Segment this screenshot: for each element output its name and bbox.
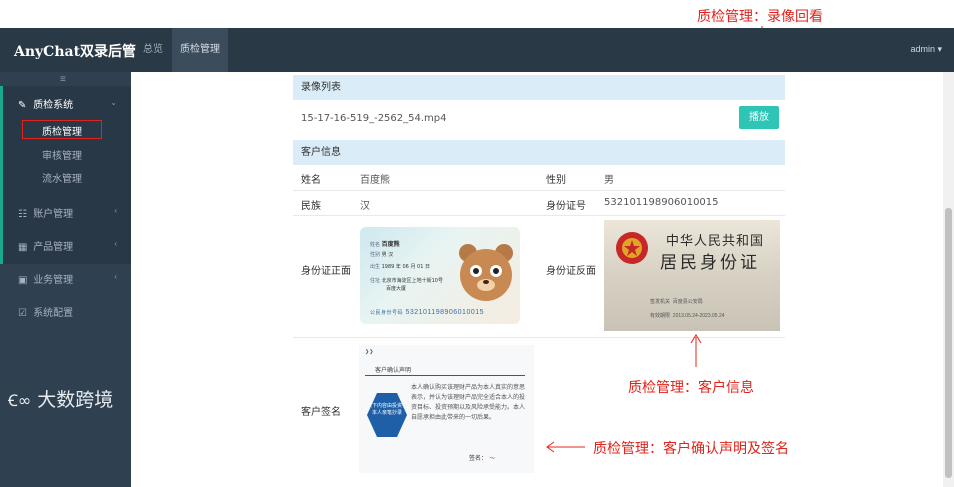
sig-doc-hex: 以下内容由投资者本人亲笔抄录: [367, 393, 407, 437]
id-front-address: 北京市海淀区上地十街10号: [381, 278, 443, 284]
row-divider: [293, 337, 785, 338]
id-back-validity: 2013.05.24-2023.05.24: [672, 313, 725, 319]
sidebar-item-label: 账户管理: [33, 209, 74, 220]
user-menu[interactable]: admin ▾: [910, 44, 942, 55]
logo-mark-icon: Ꞓ∞: [8, 391, 32, 410]
signature-document-image[interactable]: ❯❯ 客户确认声明 以下内容由投资者本人亲笔抄录 本人确认购买该理财产品为本人真…: [359, 345, 534, 473]
menu-toggle-icon[interactable]: ≡: [60, 74, 66, 85]
caret-down-icon: ▾: [937, 44, 942, 54]
signature-label: 客户签名: [301, 407, 341, 418]
chevron-left-icon: ‹: [114, 239, 117, 248]
sidebar-item-quality-system[interactable]: ✎ 质检系统: [18, 96, 73, 111]
sidebar-item-label: 系统配置: [33, 308, 74, 319]
name-value: 百度熊: [360, 175, 390, 186]
sidebar-item-products[interactable]: ▦ 产品管理: [18, 238, 73, 253]
national-emblem-icon: [616, 232, 648, 264]
annotation-arrow-left: [546, 441, 585, 453]
annotation-signature: 质检管理：客户确认声明及签名: [593, 441, 789, 457]
grid-icon: ▦: [18, 242, 28, 253]
handwritten-signature-icon: 〜: [488, 456, 495, 462]
row-divider: [293, 190, 785, 191]
doc-logo-icon: ❯❯: [365, 349, 374, 355]
id-back-authority-label: 签发机关: [650, 299, 671, 305]
id-front-address2: 百度大厦: [386, 286, 407, 292]
nav-overview[interactable]: 总览: [135, 28, 171, 72]
customer-info-header: 客户信息: [293, 140, 785, 165]
briefcase-icon: ▣: [18, 275, 28, 286]
sig-doc-sign: 签名： 〜: [469, 453, 495, 462]
top-navbar: AnyChat双录后管 总览 质检管理 admin ▾: [0, 28, 954, 72]
ethnicity-label: 民族: [301, 201, 321, 212]
id-back-validity-label: 有效期限: [650, 313, 671, 319]
annotation-top: 质检管理：录像回看: [697, 9, 823, 25]
users-icon: ☷: [18, 209, 27, 220]
bear-portrait: [459, 244, 513, 301]
sidebar-item-business[interactable]: ▣ 业务管理: [18, 271, 73, 286]
video-filename: 15-17-16-519_-2562_54.mp4: [301, 113, 447, 124]
chevron-left-icon: ‹: [114, 206, 117, 215]
sig-doc-sign-label: 签名：: [469, 456, 488, 462]
id-front-number-label: 公民身份号码: [370, 310, 404, 316]
sig-doc-body: 本人确认购买该理财产品为本人真实的意思表示，并认为该理财产品完全适合本人的投资目…: [411, 385, 526, 421]
sidebar-item-system-config[interactable]: ☑ 系统配置: [18, 304, 73, 319]
id-front-number-value: 532101198906010015: [405, 309, 485, 316]
id-front-gender: 男 汉: [381, 252, 394, 258]
id-number-label: 身份证号: [546, 201, 586, 212]
scrollbar[interactable]: [943, 72, 954, 487]
id-card-front-image[interactable]: 姓名 百度熊 性别 男 汉 出生 1989 年 06 月 01 日 住址 北京市…: [360, 227, 520, 324]
video-list-header: 录像列表: [293, 75, 785, 100]
sidebar-item-accounts[interactable]: ☷ 账户管理: [18, 205, 73, 220]
logo-text: 大数跨境: [37, 389, 114, 411]
wrench-icon: ✎: [18, 100, 27, 111]
id-back-title-card: 居民身份证: [660, 253, 760, 273]
sidebar: ≡ ✎ 质检系统 ⌄ 质检管理 审核管理 流水管理 ☷ 账户管理 ‹ ▦ 产品管…: [0, 72, 131, 487]
id-front-name: 百度熊: [381, 241, 400, 248]
sidebar-subitem-audit-manage[interactable]: 审核管理: [42, 147, 82, 162]
sidebar-item-label: 质检系统: [33, 100, 74, 111]
annotation-customer-info: 质检管理：客户信息: [628, 380, 754, 396]
sig-doc-title: 客户确认声明: [375, 368, 412, 374]
user-name: admin: [910, 44, 935, 54]
name-label: 姓名: [301, 175, 321, 186]
sidebar-subitem-flow-manage[interactable]: 流水管理: [42, 170, 82, 185]
id-back-authority: 百度县公安局: [672, 299, 703, 305]
gender-value: 男: [604, 175, 614, 186]
id-card-back-image[interactable]: 中华人民共和国 居民身份证 签发机关 百度县公安局 有效期限 2013.05.2…: [604, 220, 780, 331]
play-button[interactable]: 播放: [739, 106, 779, 129]
sidebar-item-label: 产品管理: [33, 242, 74, 253]
chevron-down-icon: ⌄: [110, 98, 117, 107]
id-front-label: 身份证正面: [301, 266, 351, 277]
scrollbar-thumb[interactable]: [945, 208, 952, 478]
id-back-title-country: 中华人民共和国: [666, 234, 765, 249]
watermark-logo: Ꞓ∞ 大数跨境: [8, 385, 113, 412]
nav-quality-check[interactable]: 质检管理: [172, 28, 228, 72]
edit-icon: ☑: [18, 308, 27, 319]
id-front-number: 公民身份号码 532101198906010015: [370, 309, 484, 316]
sidebar-item-label: 业务管理: [33, 275, 74, 286]
row-divider: [293, 215, 785, 216]
ethnicity-value: 汉: [360, 201, 370, 212]
brand-title: AnyChat双录后管: [14, 44, 137, 60]
id-back-label: 身份证反面: [546, 266, 596, 277]
gender-label: 性别: [546, 175, 566, 186]
content-area: [131, 72, 943, 487]
chevron-left-icon: ‹: [114, 272, 117, 281]
sidebar-subitem-quality-manage[interactable]: 质检管理: [42, 123, 82, 138]
annotation-arrow-up: [690, 334, 702, 367]
id-number-value: 532101198906010015: [604, 197, 719, 208]
doc-divider: [365, 375, 525, 376]
id-front-birth: 1989 年 06 月 01 日: [381, 264, 430, 270]
